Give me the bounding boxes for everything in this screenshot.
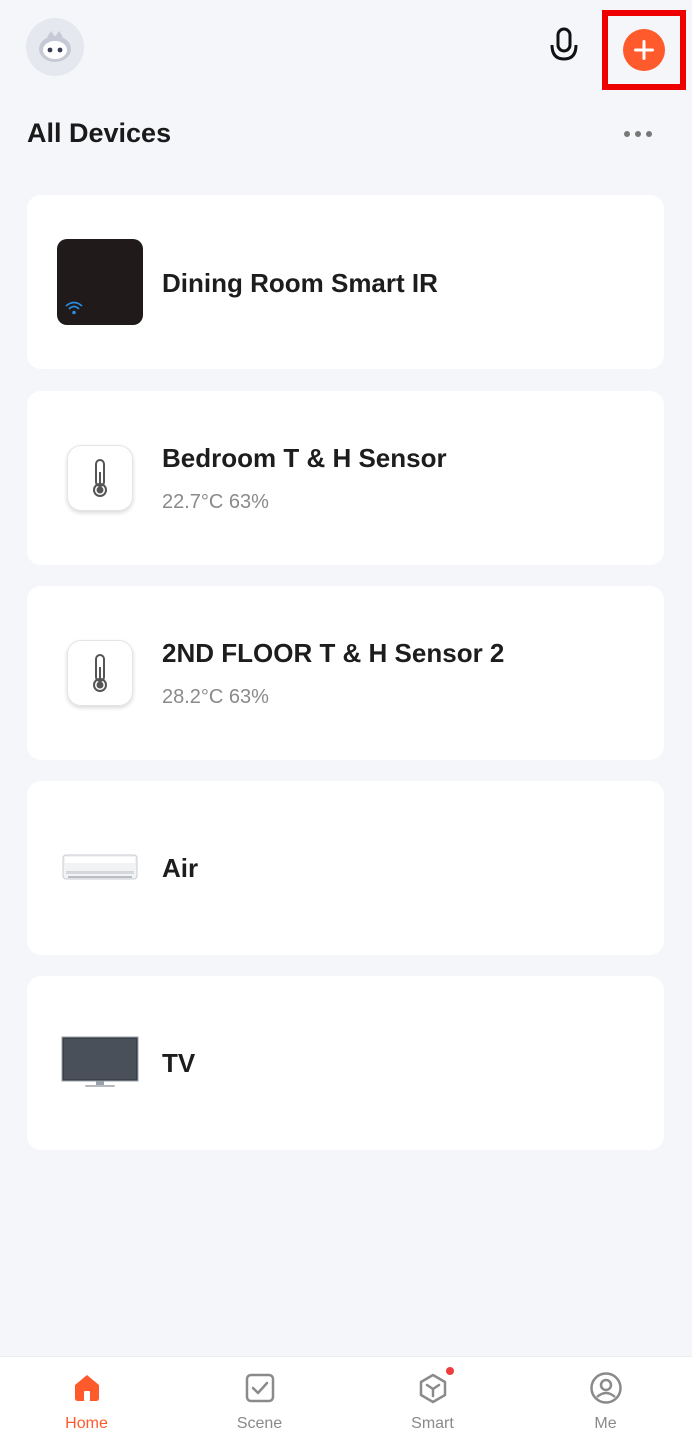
tab-smart[interactable]: Smart [346,1357,519,1440]
tab-label: Me [594,1415,617,1432]
microphone-icon[interactable] [542,24,586,68]
tab-scene[interactable]: Scene [173,1357,346,1440]
device-name: 2ND FLOOR T & H Sensor 2 [162,638,505,668]
add-device-button[interactable] [602,10,686,90]
plus-icon [623,29,665,71]
smart-cube-icon [416,1365,456,1405]
device-card-2nd-floor-sensor[interactable]: 2ND FLOOR T & H Sensor 2 28.2°C 63% [27,586,664,760]
device-status: 22.7°C 63% [162,491,269,513]
page-title: All Devices [27,118,172,148]
air-conditioner-icon [57,825,143,911]
notification-badge [443,1365,456,1377]
thermometer-sensor-icon [57,435,143,521]
device-name: Bedroom T & H Sensor [162,443,447,473]
device-name: Air [162,853,199,883]
tab-label: Smart [411,1415,454,1432]
home-icon [70,1371,104,1405]
device-status: 28.2°C 63% [162,686,269,708]
device-card-tv[interactable]: TV [27,976,664,1150]
device-card-dining-room-smart-ir[interactable]: Dining Room Smart IR [27,195,664,369]
header: All Devices [0,0,692,180]
thermometer-sensor-icon [57,630,143,716]
profile-icon [589,1371,623,1405]
more-options-button[interactable] [612,118,664,150]
more-dots-icon [624,131,630,137]
device-card-bedroom-sensor[interactable]: Bedroom T & H Sensor 22.7°C 63% [27,391,664,565]
scene-check-icon [243,1371,277,1405]
device-card-air[interactable]: Air [27,781,664,955]
smart-ir-hub-icon [57,239,143,325]
tab-label: Home [65,1415,108,1432]
tab-home[interactable]: Home [0,1357,173,1440]
bottom-tab-bar: Home Scene Smart Me [0,1356,692,1440]
assistant-avatar-icon[interactable] [26,18,84,76]
device-name: TV [162,1048,196,1078]
tv-icon [57,1020,143,1106]
device-name: Dining Room Smart IR [162,268,438,298]
tab-me[interactable]: Me [519,1357,692,1440]
tab-label: Scene [236,1415,283,1432]
